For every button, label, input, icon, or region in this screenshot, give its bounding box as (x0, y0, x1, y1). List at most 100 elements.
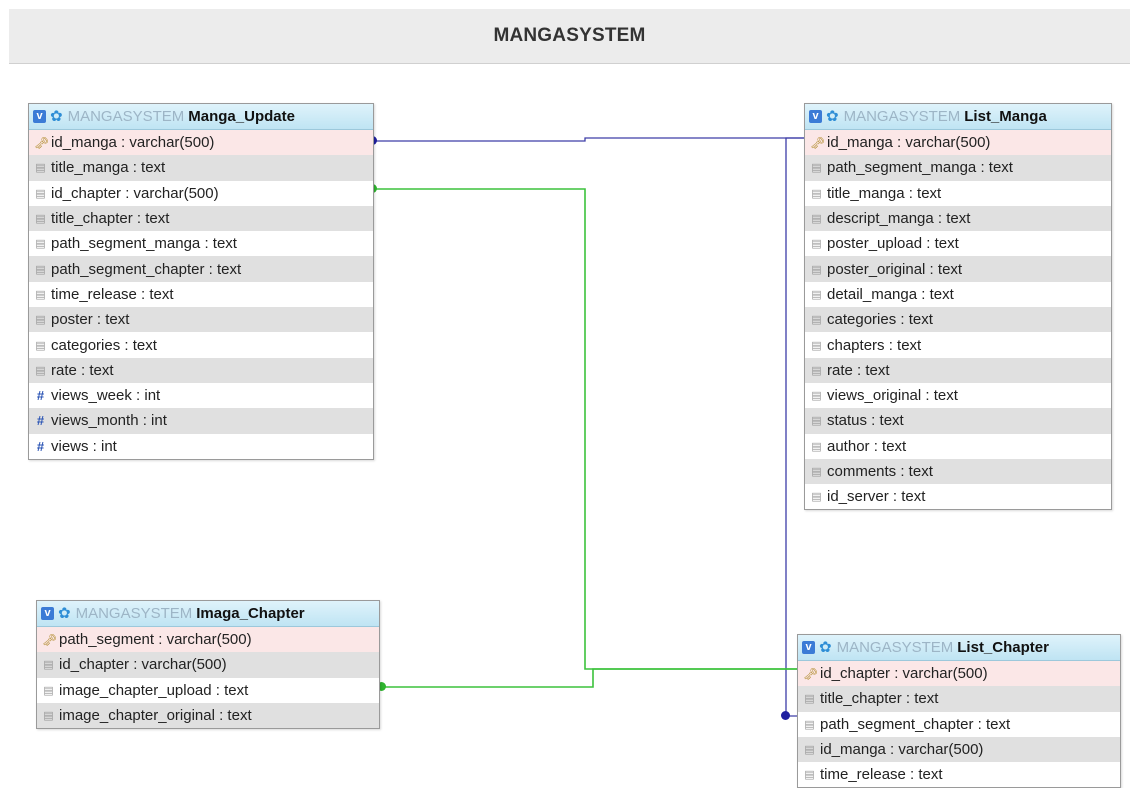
column-label: id_manga : varchar(500) (827, 134, 991, 152)
table-row: ▤ poster : text (29, 307, 373, 333)
column-icon: ▤ (811, 440, 822, 453)
column-label: id_server : text (827, 488, 926, 506)
column-label: title_manga : text (51, 159, 166, 177)
table-imaga-chapter[interactable]: v ✿ MANGASYSTEM Imaga_Chapter 🗝 path_segm… (36, 600, 380, 730)
table-row: ▤ path_segment_manga : text (29, 231, 373, 256)
table-row: ▤ id_server : text (805, 484, 1111, 509)
column-label: categories : text (51, 336, 157, 354)
column-label: image_chapter_original : text (59, 707, 252, 725)
column-icon: ▤ (35, 339, 46, 352)
table-row: 🗝 id_manga : varchar(500) (805, 130, 1111, 156)
primary-key-icon: 🗝 (42, 632, 58, 647)
column-icon: ▤ (35, 238, 46, 251)
column-icon: ▤ (35, 213, 46, 226)
table-row: ▤ comments : text (805, 458, 1111, 485)
column-label: views_week : int (51, 387, 161, 405)
toggle-columns-icon[interactable]: v (41, 607, 54, 620)
gear-icon[interactable]: ✿ (826, 109, 839, 124)
relation-line-manga-update-list-chapter (373, 188, 797, 670)
table-row: ▤ chapters : text (805, 332, 1111, 357)
table-row: 🗝 id_chapter : varchar(500) (798, 661, 1120, 687)
column-icon: ▤ (811, 263, 822, 276)
column-label: views_month : int (51, 412, 167, 430)
table-db-name: MANGASYSTEM (67, 108, 185, 125)
table-list-chapter[interactable]: v ✿ MANGASYSTEM List_Chapter 🗝 id_chapter… (797, 634, 1121, 788)
hash-icon: # (36, 438, 45, 454)
column-icon: ▤ (35, 263, 46, 276)
column-icon: ▤ (43, 710, 54, 723)
column-label: id_chapter : varchar(500) (59, 656, 227, 674)
table-header[interactable]: v ✿ MANGASYSTEM List_Chapter (798, 635, 1120, 661)
table-row: ▤ categories : text (805, 307, 1111, 333)
table-row: ▤ rate : text (29, 357, 373, 383)
column-icon: ▤ (35, 288, 46, 301)
toggle-columns-icon[interactable]: v (809, 110, 822, 123)
table-row: ▤ status : text (805, 408, 1111, 434)
column-label: poster : text (51, 311, 130, 329)
column-label: rate : text (827, 361, 890, 379)
toggle-columns-icon[interactable]: v (33, 110, 46, 123)
table-row: ▤ path_segment_manga : text (805, 155, 1111, 181)
column-label: path_segment_manga : text (51, 235, 237, 253)
column-label: poster_upload : text (827, 235, 959, 253)
gear-icon[interactable]: ✿ (819, 640, 832, 655)
column-icon: ▤ (811, 364, 822, 377)
column-label: time_release : text (51, 285, 174, 303)
hash-icon: # (36, 413, 45, 429)
table-manga-update[interactable]: v ✿ MANGASYSTEM Manga_Update 🗝 id_manga :… (28, 103, 374, 460)
column-icon: ▤ (811, 238, 822, 251)
table-header[interactable]: v ✿ MANGASYSTEM List_Manga (805, 104, 1111, 130)
table-name: Manga_Update (188, 108, 295, 125)
column-icon: ▤ (35, 162, 46, 175)
relation-endpoint-dot (781, 711, 790, 720)
column-label: image_chapter_upload : text (59, 681, 249, 699)
table-row: ▤ rate : text (805, 357, 1111, 383)
column-label: path_segment_chapter : text (820, 715, 1011, 733)
column-label: time_release : text (820, 766, 943, 784)
column-label: title_manga : text (827, 184, 942, 202)
column-icon: ▤ (43, 659, 54, 672)
table-header[interactable]: v ✿ MANGASYSTEM Imaga_Chapter (37, 601, 379, 627)
column-icon: ▤ (811, 415, 822, 428)
table-row: ▤ categories : text (29, 332, 373, 357)
table-row: ▤ id_chapter : varchar(500) (37, 652, 379, 678)
column-label: id_chapter : varchar(500) (820, 665, 988, 683)
column-label: title_chapter : text (51, 210, 170, 228)
table-header[interactable]: v ✿ MANGASYSTEM Manga_Update (29, 104, 373, 130)
table-list-manga[interactable]: v ✿ MANGASYSTEM List_Manga 🗝 id_manga : v… (804, 103, 1112, 511)
table-row: ▤ descript_manga : text (805, 205, 1111, 232)
table-row: ▤ time_release : text (29, 282, 373, 307)
column-icon: ▤ (811, 187, 822, 200)
table-name: List_Manga (964, 108, 1047, 125)
toggle-columns-icon[interactable]: v (802, 641, 815, 654)
column-label: comments : text (827, 463, 933, 480)
column-icon: ▤ (811, 213, 822, 226)
hash-icon: # (36, 388, 45, 404)
column-icon: ▤ (804, 769, 815, 782)
gear-icon[interactable]: ✿ (50, 109, 63, 124)
gear-icon[interactable]: ✿ (58, 606, 71, 621)
table-name: Imaga_Chapter (196, 605, 305, 622)
table-row: # views_month : int (29, 408, 373, 434)
table-row: ▤ title_manga : text (29, 155, 373, 181)
column-icon: ▤ (804, 744, 815, 757)
table-row: 🗝 path_segment : varchar(500) (37, 627, 379, 653)
column-label: id_manga : varchar(500) (820, 741, 984, 759)
table-row: ▤ poster_original : text (805, 256, 1111, 282)
column-label: id_manga : varchar(500) (51, 134, 215, 152)
column-label: chapters : text (827, 336, 922, 354)
column-icon: ▤ (35, 187, 46, 200)
table-row: ▤ views_original : text (805, 383, 1111, 408)
column-label: title_chapter : text (820, 690, 939, 708)
column-icon: ▤ (811, 288, 822, 301)
relation-line-manga-update-list-manga (373, 137, 804, 142)
column-label: poster_original : text (827, 260, 963, 278)
primary-key-icon: 🗝 (810, 135, 826, 150)
column-label: descript_manga : text (827, 210, 971, 228)
table-row: ▤ id_manga : varchar(500) (798, 736, 1120, 763)
table-row: ▤ time_release : text (798, 762, 1120, 787)
primary-key-icon: 🗝 (803, 666, 819, 681)
column-label: path_segment_manga : text (827, 159, 1013, 177)
column-label: detail_manga : text (827, 285, 954, 303)
table-row: ▤ title_chapter : text (798, 686, 1120, 712)
